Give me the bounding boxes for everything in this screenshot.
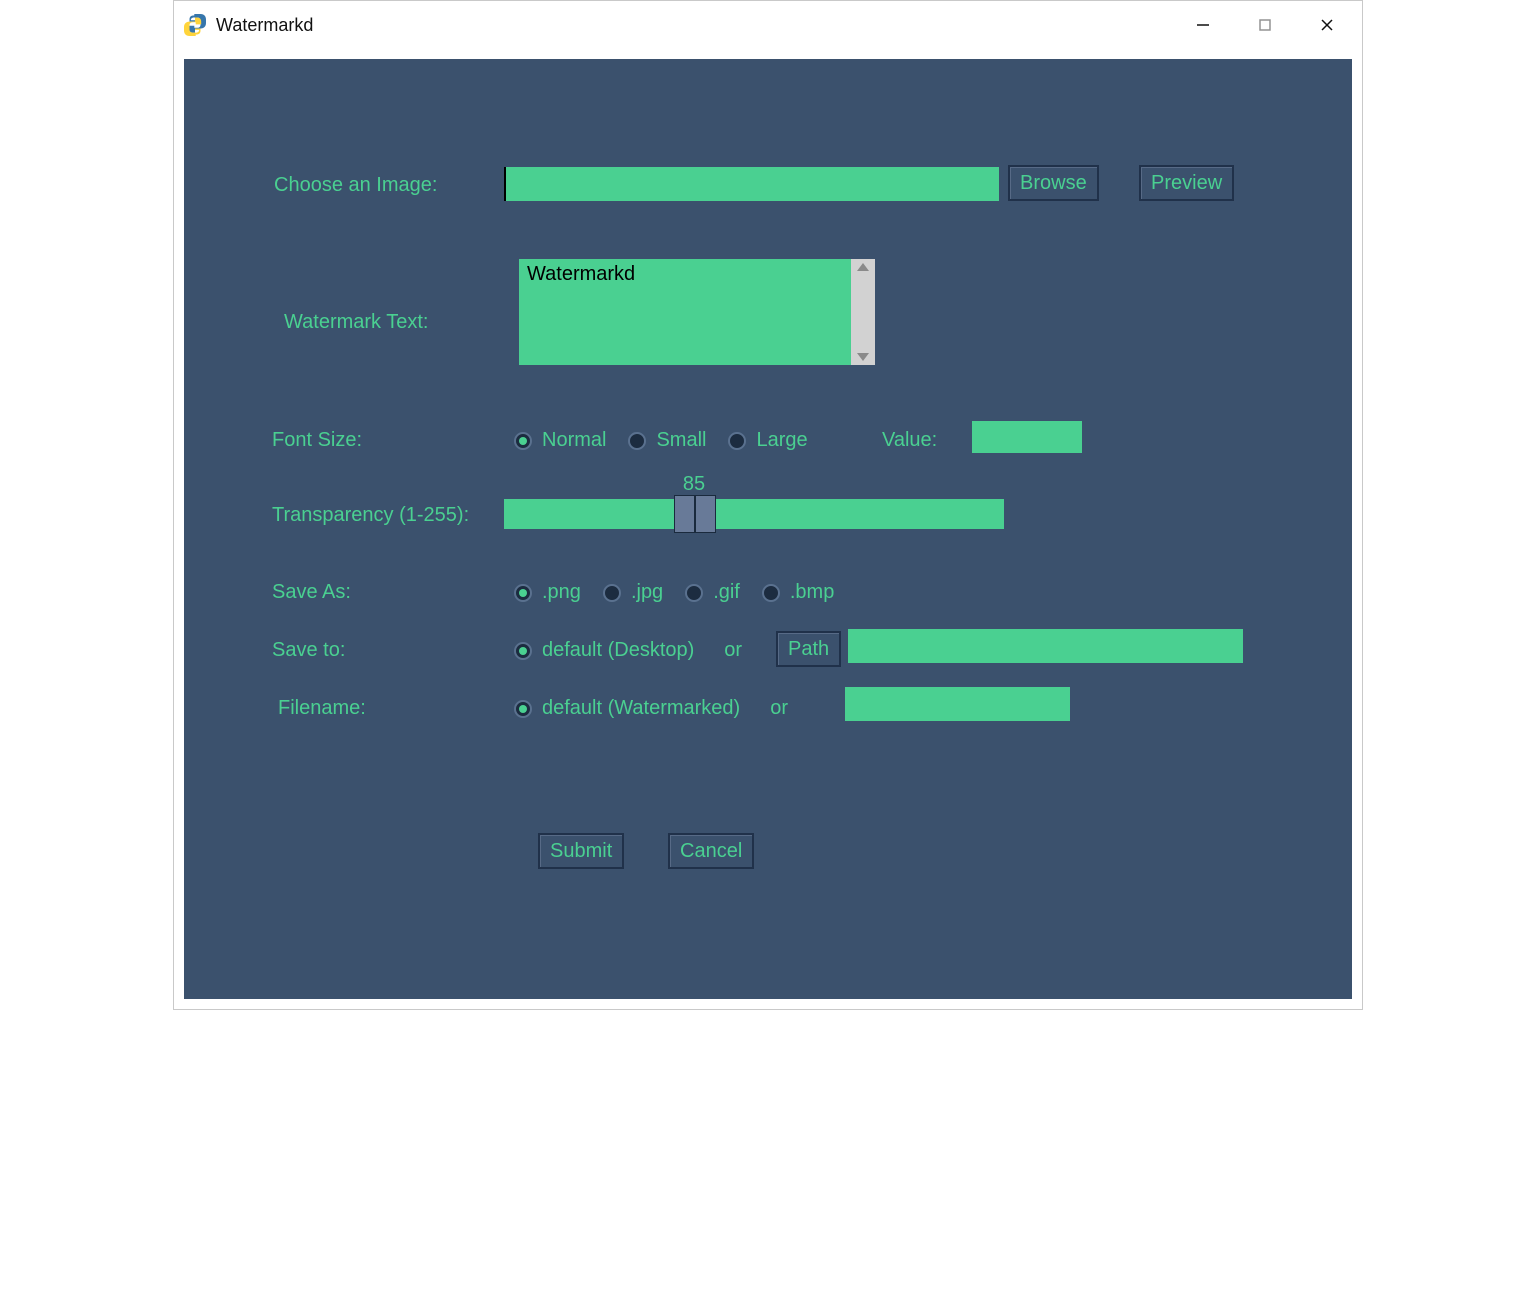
font-size-small[interactable]: Small [628,429,706,452]
filename-input[interactable] [845,687,1070,721]
filename-or: or [770,697,788,720]
radio-label: .bmp [790,581,834,604]
textarea-scrollbar[interactable] [851,259,875,365]
watermark-text-input[interactable] [519,259,851,365]
save-as-png[interactable]: .png [514,581,581,604]
filename-default[interactable]: default (Watermarked) [514,697,740,720]
save-as-gif[interactable]: .gif [685,581,740,604]
radio-icon [514,642,532,660]
font-size-label: Font Size: [272,429,362,452]
transparency-value: 85 [683,473,705,496]
radio-label: .jpg [631,581,663,604]
preview-button[interactable]: Preview [1139,165,1234,201]
radio-label: Large [756,429,807,452]
save-to-default[interactable]: default (Desktop) [514,639,694,662]
window-title: Watermarkd [216,15,313,36]
scroll-down-icon [857,353,869,361]
radio-label: default (Desktop) [542,639,694,662]
titlebar: Watermarkd [174,1,1362,49]
save-to-label: Save to: [272,639,345,662]
save-as-label: Save As: [272,581,351,604]
font-size-radios: Normal Small Large [514,429,808,452]
font-size-large[interactable]: Large [728,429,807,452]
app-icon [184,14,206,36]
save-as-jpg[interactable]: .jpg [603,581,663,604]
filename-row: default (Watermarked) or [514,697,788,720]
watermark-text-wrapper [519,259,875,365]
image-path-input[interactable] [504,167,999,201]
radio-icon [514,432,532,450]
radio-label: Small [656,429,706,452]
save-to-row: default (Desktop) or [514,639,742,662]
submit-button[interactable]: Submit [538,833,624,869]
radio-label: .gif [713,581,740,604]
form-area: Choose an Image: Browse Preview Watermar… [184,59,1352,999]
save-as-bmp[interactable]: .bmp [762,581,834,604]
close-button[interactable] [1296,6,1358,44]
radio-icon [603,584,621,602]
radio-icon [514,584,532,602]
transparency-label: Transparency (1-255): [272,504,469,527]
radio-icon [762,584,780,602]
font-size-value-label: Value: [882,429,937,452]
save-to-or: or [724,639,742,662]
choose-image-label: Choose an Image: [274,174,437,197]
save-as-radios: .png .jpg .gif .bmp [514,581,834,604]
browse-button[interactable]: Browse [1008,165,1099,201]
slider-thumb[interactable] [674,495,716,533]
watermark-text-label: Watermark Text: [284,311,428,334]
font-size-value-input[interactable] [972,421,1082,453]
font-size-normal[interactable]: Normal [514,429,606,452]
radio-icon [685,584,703,602]
radio-icon [514,700,532,718]
cancel-button[interactable]: Cancel [668,833,754,869]
radio-label: .png [542,581,581,604]
radio-icon [728,432,746,450]
minimize-button[interactable] [1172,6,1234,44]
radio-label: Normal [542,429,606,452]
maximize-button[interactable] [1234,6,1296,44]
transparency-slider[interactable]: 85 [504,499,1004,529]
save-to-path-input[interactable] [848,629,1243,663]
radio-icon [628,432,646,450]
window-controls [1172,6,1358,44]
filename-label: Filename: [278,697,366,720]
radio-label: default (Watermarked) [542,697,740,720]
scroll-up-icon [857,263,869,271]
path-button[interactable]: Path [776,631,841,667]
